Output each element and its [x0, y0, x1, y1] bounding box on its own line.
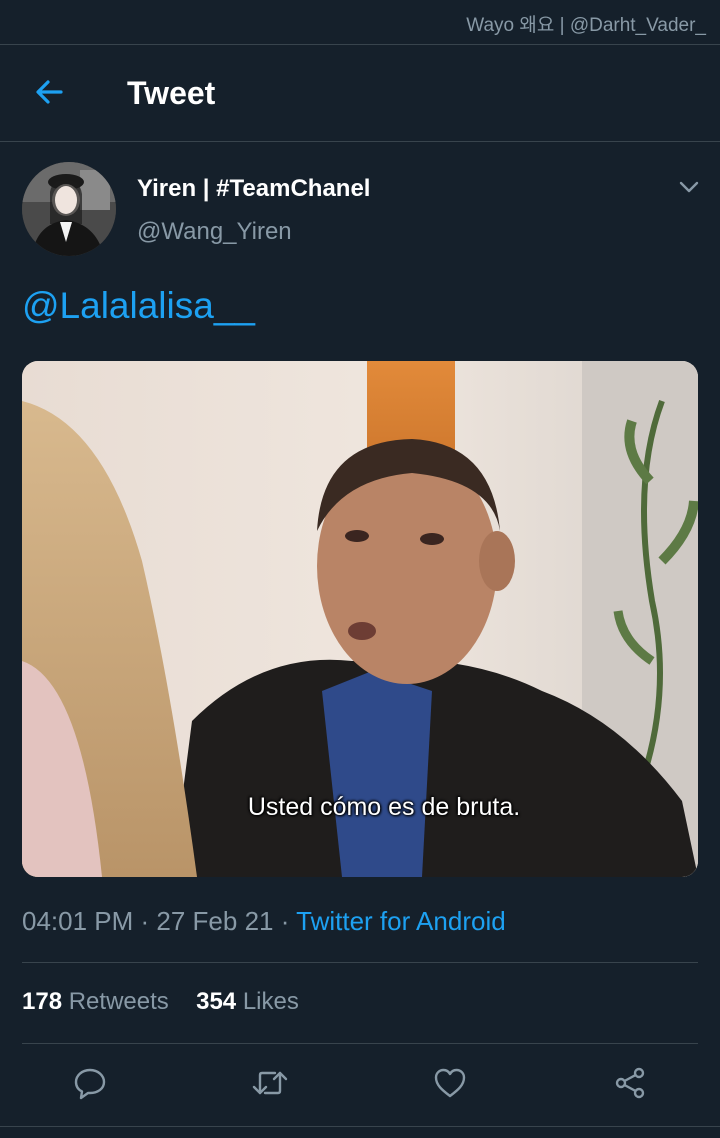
meta-separator: · [133, 906, 157, 936]
more-options-button[interactable] [672, 172, 706, 206]
tweet-stats: 178 Retweets 354 Likes [22, 988, 299, 1016]
top-bar: Tweet [0, 44, 720, 142]
tweet-time: 04:01 PM [22, 906, 134, 936]
retweet-label: Retweets [68, 988, 169, 1015]
tweet-text-mention[interactable]: @Lalalalisa__ [22, 285, 255, 327]
action-bar [0, 1060, 720, 1110]
divider [22, 1043, 698, 1044]
arrow-left-icon [33, 76, 65, 113]
tweet-media-image[interactable]: Usted cómo es de bruta. [22, 361, 698, 877]
like-button[interactable] [425, 1060, 475, 1110]
meta-separator: · [273, 906, 297, 936]
retweet-button[interactable] [245, 1060, 295, 1110]
tweet-meta: 04:01 PM · 27 Feb 21 · Twitter for Andro… [22, 906, 506, 937]
chevron-down-icon [678, 176, 700, 203]
reply-button[interactable] [65, 1060, 115, 1110]
like-label: Likes [242, 988, 299, 1015]
user-handle[interactable]: @Wang_Yiren [137, 218, 292, 246]
display-name[interactable]: Yiren | #TeamChanel [137, 175, 370, 203]
tweet-date: 27 Feb 21 [156, 906, 274, 936]
bottom-divider [0, 1126, 720, 1127]
retweet-stat[interactable]: 178 Retweets [22, 988, 169, 1015]
like-stat[interactable]: 354 Likes [196, 988, 299, 1015]
share-button[interactable] [605, 1060, 655, 1110]
tweet-source-link[interactable]: Twitter for Android [296, 906, 506, 936]
avatar[interactable] [22, 162, 116, 256]
watermark: Wayo 왜요 | @Darht_Vader_ [466, 15, 706, 36]
share-icon [612, 1065, 648, 1106]
reply-icon [72, 1065, 108, 1106]
like-count: 354 [196, 988, 237, 1015]
like-icon [432, 1065, 468, 1106]
back-button[interactable] [26, 71, 72, 117]
retweet-count: 178 [22, 988, 63, 1015]
divider [22, 962, 698, 963]
retweet-icon [251, 1065, 289, 1106]
page-title: Tweet [127, 75, 216, 111]
media-caption: Usted cómo es de bruta. [247, 793, 521, 821]
